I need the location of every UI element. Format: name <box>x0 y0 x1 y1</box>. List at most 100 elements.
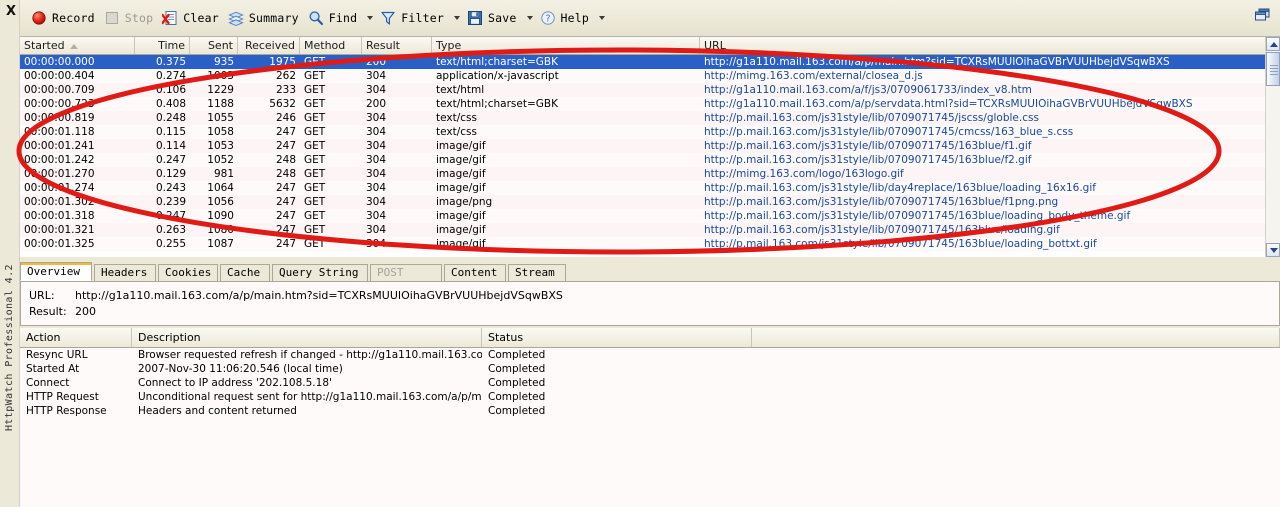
cell-sent: 1056 <box>190 195 238 209</box>
find-button[interactable]: Find <box>305 7 364 29</box>
action-log-row[interactable]: Started At2007-Nov-30 11:06:20.546 (loca… <box>20 362 1280 376</box>
column-header-label: Method <box>304 39 345 52</box>
cell-received: 5632 <box>238 97 300 111</box>
cell-method: GET <box>300 195 362 209</box>
cell-sent: 1052 <box>190 153 238 167</box>
clear-button[interactable]: Clear <box>159 7 225 29</box>
cell-result: 304 <box>362 111 432 125</box>
cell-received: 248 <box>238 167 300 181</box>
cell-method: GET <box>300 55 362 69</box>
cell-sent: 1229 <box>190 83 238 97</box>
table-row[interactable]: 00:00:00.7230.40811885632GET200text/html… <box>20 97 1266 111</box>
help-button[interactable]: ? Help <box>537 7 596 29</box>
action-log-row[interactable]: Resync URLBrowser requested refresh if c… <box>20 348 1280 362</box>
overview-detail-panel: URL:http://g1a110.mail.163.com/a/p/main.… <box>20 281 1280 326</box>
tab-cookies[interactable]: Cookies <box>158 264 218 281</box>
cell-url: http://p.mail.163.com/js31style/lib/0709… <box>700 125 1266 139</box>
svg-text:?: ? <box>545 14 550 25</box>
action-column-header-action[interactable]: Action <box>20 328 132 347</box>
table-row[interactable]: 00:00:01.2420.2471052248GET304image/gifh… <box>20 153 1266 167</box>
cell-method: GET <box>300 167 362 181</box>
table-row[interactable]: 00:00:00.7090.1061229233GET304text/htmlh… <box>20 83 1266 97</box>
tab-stream[interactable]: Stream <box>508 264 566 281</box>
column-header-received[interactable]: Received <box>238 37 300 54</box>
column-header-type[interactable]: Type <box>432 37 700 54</box>
tab-post-data[interactable]: POST Data <box>370 264 442 281</box>
column-header-time[interactable]: Time <box>135 37 190 54</box>
cell-received: 247 <box>238 237 300 251</box>
table-row[interactable]: 00:00:01.2410.1141053247GET304image/gifh… <box>20 139 1266 153</box>
cell-type: application/x-javascript <box>432 69 700 83</box>
record-label: Record <box>52 11 95 25</box>
cell-time: 0.115 <box>135 125 190 139</box>
cell-started: 00:00:00.000 <box>20 55 135 69</box>
tab-label: Content <box>451 266 497 279</box>
cell-result: 200 <box>362 97 432 111</box>
tab-label: Headers <box>101 266 147 279</box>
cell-received: 233 <box>238 83 300 97</box>
table-row[interactable]: 00:00:01.3020.2391056247GET304image/pngh… <box>20 195 1266 209</box>
cell-received: 262 <box>238 69 300 83</box>
action-log-header: ActionDescriptionStatus <box>20 328 1280 348</box>
overview-result-label: Result: <box>29 305 75 319</box>
filter-dropdown-arrow[interactable] <box>450 8 464 28</box>
action-log-rows[interactable]: Resync URLBrowser requested refresh if c… <box>20 348 1280 507</box>
save-button[interactable]: Save <box>464 7 523 29</box>
help-dropdown-arrow[interactable] <box>595 8 609 28</box>
cell-time: 0.114 <box>135 139 190 153</box>
scroll-up-icon[interactable] <box>1266 37 1280 51</box>
table-row[interactable]: 00:00:01.2740.2431064247GET304image/gifh… <box>20 181 1266 195</box>
scrollbar-grip <box>1270 65 1278 74</box>
find-dropdown-arrow[interactable] <box>363 8 377 28</box>
cell-received: 247 <box>238 181 300 195</box>
cell-time: 0.243 <box>135 181 190 195</box>
request-grid-scrollbar[interactable] <box>1265 37 1280 257</box>
overview-url-label: URL: <box>29 289 75 303</box>
table-row[interactable]: 00:00:01.3250.2551087247GET304image/gifh… <box>20 237 1266 251</box>
action-column-header-spacer[interactable] <box>752 328 1280 347</box>
table-row[interactable]: 00:00:01.2700.129981248GET304image/gifht… <box>20 167 1266 181</box>
cell-received: 246 <box>238 111 300 125</box>
action-log-row[interactable]: ConnectConnect to IP address '202.108.5.… <box>20 376 1280 390</box>
table-row[interactable]: 00:00:01.3210.2631080247GET304image/gifh… <box>20 223 1266 237</box>
cell-time: 0.129 <box>135 167 190 181</box>
tab-overview[interactable]: Overview <box>20 262 92 281</box>
close-icon[interactable]: X <box>4 5 18 19</box>
column-header-method[interactable]: Method <box>300 37 362 54</box>
cell-method: GET <box>300 153 362 167</box>
stop-label: Stop <box>125 11 154 25</box>
tab-content[interactable]: Content <box>444 264 506 281</box>
table-row[interactable]: 00:00:00.8190.2481055246GET304text/cssht… <box>20 111 1266 125</box>
column-header-result[interactable]: Result <box>362 37 432 54</box>
column-header-url[interactable]: URL <box>700 37 1266 54</box>
action-column-header-status[interactable]: Status <box>482 328 752 347</box>
column-header-label: Started <box>24 39 65 52</box>
cell-result: 304 <box>362 209 432 223</box>
summary-button[interactable]: Summary <box>225 7 305 29</box>
cell-time: 0.255 <box>135 237 190 251</box>
table-row[interactable]: 00:00:00.0000.3759351975GET200text/html;… <box>20 55 1266 69</box>
action-log-row[interactable]: HTTP RequestUnconditional request sent f… <box>20 390 1280 404</box>
cell-url: http://p.mail.163.com/js31style/lib/0709… <box>700 139 1266 153</box>
filter-button[interactable]: Filter <box>377 7 450 29</box>
tab-headers[interactable]: Headers <box>94 264 156 281</box>
scroll-down-icon[interactable] <box>1266 243 1280 257</box>
table-row[interactable]: 00:00:01.1180.1151058247GET304text/cssht… <box>20 125 1266 139</box>
column-header-started[interactable]: Started <box>20 37 135 54</box>
stop-button[interactable]: Stop <box>101 7 160 29</box>
action-cell-action: Started At <box>20 362 132 376</box>
tab-query-string[interactable]: Query String <box>272 264 368 281</box>
action-cell-description: Headers and content returned <box>132 404 482 418</box>
column-header-sent[interactable]: Sent <box>190 37 238 54</box>
action-column-header-description[interactable]: Description <box>132 328 482 347</box>
tab-cache[interactable]: Cache <box>220 264 270 281</box>
cell-method: GET <box>300 111 362 125</box>
scrollbar-thumb[interactable] <box>1266 52 1280 86</box>
table-row[interactable]: 00:00:01.3180.2471090247GET304image/gifh… <box>20 209 1266 223</box>
table-row[interactable]: 00:00:00.4040.2741003262GET304applicatio… <box>20 69 1266 83</box>
record-button[interactable]: Record <box>28 7 101 29</box>
restore-window-icon[interactable] <box>1254 7 1272 23</box>
request-grid-rows[interactable]: 00:00:00.0000.3759351975GET200text/html;… <box>20 55 1266 257</box>
action-log-row[interactable]: HTTP ResponseHeaders and content returne… <box>20 404 1280 418</box>
save-dropdown-arrow[interactable] <box>523 8 537 28</box>
